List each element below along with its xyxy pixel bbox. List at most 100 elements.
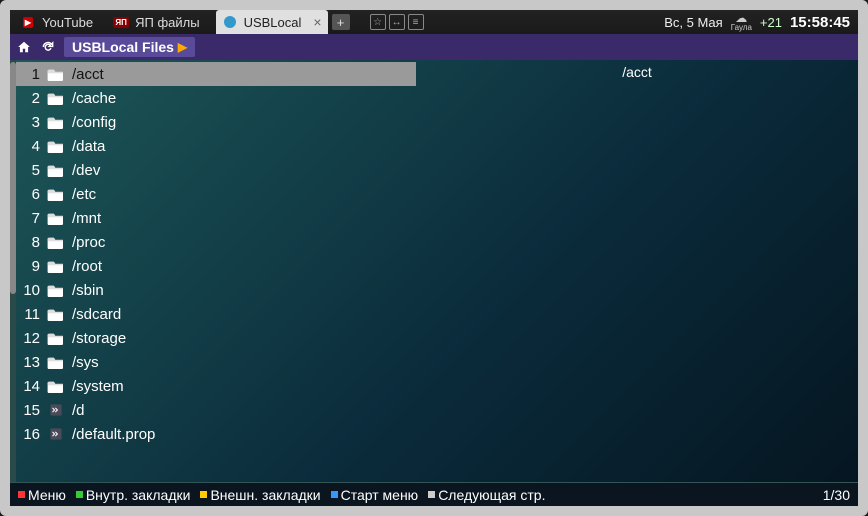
row-number: 9 <box>16 258 46 275</box>
main-area: 1/acct2/cache3/config4/data5/dev6/etc7/m… <box>10 60 858 482</box>
legend-label: Внешн. закладки <box>210 487 320 503</box>
folder-icon <box>46 210 66 226</box>
file-row[interactable]: 1/acct <box>16 62 416 86</box>
file-name: /cache <box>72 90 416 107</box>
legend-label: Внутр. закладки <box>86 487 191 503</box>
close-icon[interactable]: × <box>313 14 321 30</box>
row-number: 8 <box>16 234 46 251</box>
file-row[interactable]: 3/config <box>16 110 416 134</box>
row-number: 3 <box>16 114 46 131</box>
row-number: 12 <box>16 330 46 347</box>
file-row[interactable]: 4/data <box>16 134 416 158</box>
breadcrumb-label: USBLocal Files <box>72 39 174 55</box>
file-row[interactable]: 12/storage <box>16 326 416 350</box>
detail-pane: /acct <box>416 60 858 482</box>
file-name: /default.prop <box>72 426 416 443</box>
row-number: 13 <box>16 354 46 371</box>
bottombar: Меню Внутр. закладки Внешн. закладки Старт … <box>10 482 858 506</box>
legend-dot <box>331 491 338 498</box>
folder-icon <box>46 90 66 106</box>
file-name: /system <box>72 378 416 395</box>
file-name: /proc <box>72 234 416 251</box>
legend-item[interactable]: Старт меню <box>331 487 419 503</box>
yp-icon: ЯП <box>113 14 129 30</box>
legend-dot <box>428 491 435 498</box>
breadcrumb[interactable]: USBLocal Files ▶ <box>64 37 195 57</box>
weather-city: Гаула <box>731 24 752 32</box>
task-label: YouTube <box>42 15 93 30</box>
sys-icons: ☆ ↔ ≡ <box>370 14 424 30</box>
row-number: 1 <box>16 66 46 83</box>
file-row[interactable]: 8/proc <box>16 230 416 254</box>
file-name: /config <box>72 114 416 131</box>
row-number: 6 <box>16 186 46 203</box>
legend-item[interactable]: Следующая стр. <box>428 487 545 503</box>
file-row[interactable]: 6/etc <box>16 182 416 206</box>
file-icon <box>46 426 66 442</box>
task-item-yp[interactable]: ЯП ЯП файлы <box>103 10 209 34</box>
new-tab-button[interactable]: + <box>332 14 350 30</box>
file-row[interactable]: 7/mnt <box>16 206 416 230</box>
task-item-usblocal[interactable]: USBLocal × <box>216 10 328 34</box>
task-item-youtube[interactable]: ▶ YouTube <box>10 10 103 34</box>
star-icon[interactable]: ☆ <box>370 14 386 30</box>
task-label: USBLocal <box>244 15 302 30</box>
weather-temp: +21 <box>760 15 782 30</box>
status-right: Вс, 5 Мая ☁ Гаула +21 15:58:45 <box>664 12 858 32</box>
file-row[interactable]: 2/cache <box>16 86 416 110</box>
detail-title: /acct <box>424 64 850 80</box>
list-icon[interactable]: ≡ <box>408 14 424 30</box>
folder-icon <box>46 162 66 178</box>
file-row[interactable]: 10/sbin <box>16 278 416 302</box>
navbar: USBLocal Files ▶ <box>10 34 858 60</box>
usb-icon <box>222 14 238 30</box>
file-name: /sys <box>72 354 416 371</box>
arrow-icon[interactable]: ↔ <box>389 14 405 30</box>
chevron-right-icon: ▶ <box>178 40 187 54</box>
legend-item[interactable]: Внешн. закладки <box>200 487 320 503</box>
task-label: ЯП файлы <box>135 15 199 30</box>
folder-icon <box>46 330 66 346</box>
file-row[interactable]: 5/dev <box>16 158 416 182</box>
row-number: 14 <box>16 378 46 395</box>
file-name: /sdcard <box>72 306 416 323</box>
file-name: /d <box>72 402 416 419</box>
file-row[interactable]: 16/default.prop <box>16 422 416 446</box>
home-icon[interactable] <box>16 39 32 55</box>
file-name: /etc <box>72 186 416 203</box>
file-icon <box>46 402 66 418</box>
row-number: 7 <box>16 210 46 227</box>
file-row[interactable]: 13/sys <box>16 350 416 374</box>
file-name: /data <box>72 138 416 155</box>
row-number: 2 <box>16 90 46 107</box>
legend-label: Меню <box>28 487 66 503</box>
scrollbar[interactable] <box>10 60 16 482</box>
scrollbar-thumb[interactable] <box>10 62 16 294</box>
folder-icon <box>46 234 66 250</box>
file-name: /dev <box>72 162 416 179</box>
clock: 15:58:45 <box>790 14 850 31</box>
file-name: /root <box>72 258 416 275</box>
file-row[interactable]: 11/sdcard <box>16 302 416 326</box>
legend-dot <box>76 491 83 498</box>
file-row[interactable]: 9/root <box>16 254 416 278</box>
folder-icon <box>46 258 66 274</box>
row-number: 15 <box>16 402 46 419</box>
file-row[interactable]: 14/system <box>16 374 416 398</box>
row-number: 4 <box>16 138 46 155</box>
legend-dot <box>200 491 207 498</box>
file-name: /sbin <box>72 282 416 299</box>
date-label: Вс, 5 Мая <box>664 15 722 30</box>
legend-item[interactable]: Меню <box>18 487 66 503</box>
file-name: /mnt <box>72 210 416 227</box>
legend-dot <box>18 491 25 498</box>
legend-item[interactable]: Внутр. закладки <box>76 487 191 503</box>
folder-icon <box>46 306 66 322</box>
file-list: 1/acct2/cache3/config4/data5/dev6/etc7/m… <box>16 60 416 482</box>
refresh-icon[interactable] <box>40 39 56 55</box>
folder-icon <box>46 282 66 298</box>
folder-icon <box>46 354 66 370</box>
youtube-icon: ▶ <box>20 14 36 30</box>
row-number: 11 <box>16 306 46 323</box>
file-row[interactable]: 15/d <box>16 398 416 422</box>
